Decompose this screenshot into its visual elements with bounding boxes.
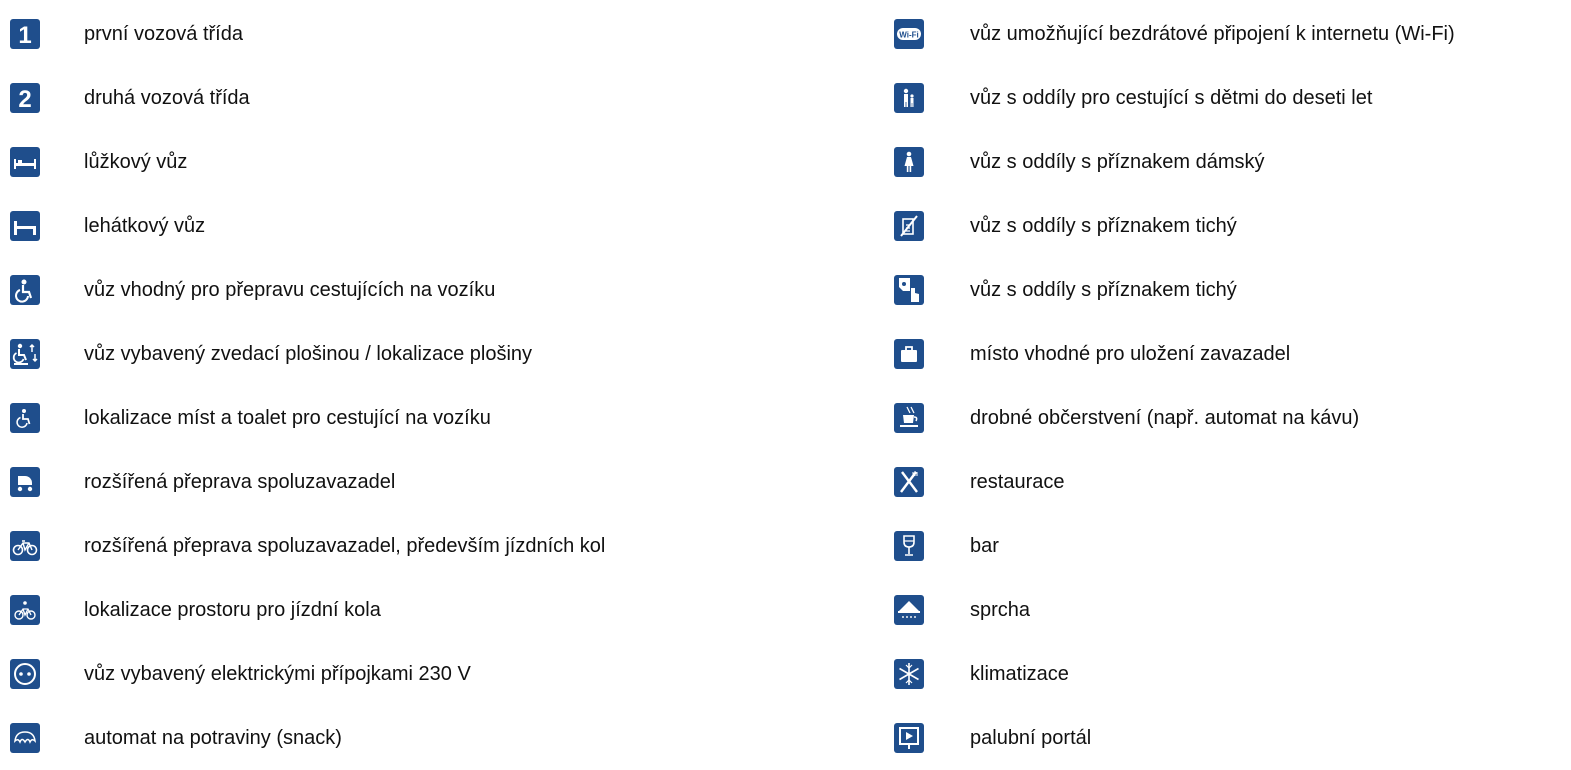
second-class-icon: 2 xyxy=(10,83,40,113)
pram-icon xyxy=(10,467,40,497)
svg-text:Wi-Fi: Wi-Fi xyxy=(899,31,918,40)
family-compartment-icon xyxy=(894,83,924,113)
legend-item: vůz vybavený zvedací plošinou / lokaliza… xyxy=(10,322,770,386)
legend-label: klimatizace xyxy=(970,663,1069,685)
legend-label: první vozová třída xyxy=(84,23,243,45)
bicycle-location-icon xyxy=(10,595,40,625)
first-class-icon: 1 xyxy=(10,19,40,49)
shower-icon xyxy=(894,595,924,625)
legend-label: palubní portál xyxy=(970,727,1092,749)
wifi-icon: Wi-Fi xyxy=(894,19,924,49)
restaurant-icon xyxy=(894,467,924,497)
svg-text:2: 2 xyxy=(18,86,31,113)
legend-item: vůz s oddíly s příznakem dámský xyxy=(894,130,1571,194)
sleeping-car-icon xyxy=(10,147,40,177)
legend-item: klimatizace xyxy=(894,642,1571,706)
legend-item: 2 druhá vozová třída xyxy=(10,66,770,130)
legend-item: lokalizace prostoru pro jízdní kola xyxy=(10,578,770,642)
wheelchair-lift-icon xyxy=(10,339,40,369)
legend-label: automat na potraviny (snack) xyxy=(84,727,342,749)
quiet-compartment-icon xyxy=(894,211,924,241)
couchette-car-icon xyxy=(10,211,40,241)
legend-item: vůz vybavený elektrickými přípojkami 230… xyxy=(10,642,770,706)
legend-label: vůz s oddíly s příznakem tichý xyxy=(970,279,1237,301)
legend-item: vůz vhodný pro přepravu cestujících na v… xyxy=(10,258,770,322)
legend-item: vůz s oddíly pro cestující s dětmi do de… xyxy=(894,66,1571,130)
power-socket-icon xyxy=(10,659,40,689)
legend-label: sprcha xyxy=(970,599,1031,621)
legend-label: lehátkový vůz xyxy=(84,215,206,237)
quiet-zone-icon xyxy=(894,275,924,305)
legend-item: vůz s oddíly s příznakem tichý xyxy=(894,194,1571,258)
legend-item: sprcha xyxy=(894,578,1571,642)
legend-label: vůz umožňující bezdrátové připojení k in… xyxy=(970,23,1455,45)
legend-label: lokalizace míst a toalet pro cestující n… xyxy=(84,407,491,429)
legend-label: vůz vybavený zvedací plošinou / lokaliza… xyxy=(84,343,533,365)
wheelchair-icon xyxy=(10,275,40,305)
legend-label: vůz s oddíly pro cestující s dětmi do de… xyxy=(970,87,1373,109)
legend-label: lokalizace prostoru pro jízdní kola xyxy=(84,599,381,621)
legend-item: automat na potraviny (snack) xyxy=(10,706,770,770)
legend-item: lokalizace míst a toalet pro cestující n… xyxy=(10,386,770,450)
legend-label: lůžkový vůz xyxy=(84,151,188,173)
legend-item: lehátkový vůz xyxy=(10,194,770,258)
ladies-compartment-icon xyxy=(894,147,924,177)
legend-item: drobné občerstvení (např. automat na káv… xyxy=(894,386,1571,450)
legend-label: druhá vozová třída xyxy=(84,87,250,109)
croissant-icon xyxy=(10,723,40,753)
legend-column-left: 1 první vozová třída 2 druhá vozová tříd… xyxy=(10,2,770,770)
legend-item: 1 první vozová třída xyxy=(10,2,770,66)
legend-label: restaurace xyxy=(970,471,1065,493)
air-conditioning-icon xyxy=(894,659,924,689)
bicycle-icon xyxy=(10,531,40,561)
onboard-portal-icon xyxy=(894,723,924,753)
legend-item: bar xyxy=(894,514,1571,578)
coffee-icon xyxy=(894,403,924,433)
wheelchair-location-icon xyxy=(10,403,40,433)
legend-item: rozšířená přeprava spoluzavazadel, přede… xyxy=(10,514,770,578)
bar-icon xyxy=(894,531,924,561)
legend-label: rozšířená přeprava spoluzavazadel xyxy=(84,471,396,493)
legend-label: vůz vhodný pro přepravu cestujících na v… xyxy=(84,279,496,301)
legend-item: Wi-Fi vůz umožňující bezdrátové připojen… xyxy=(894,2,1571,66)
legend-label: rozšířená přeprava spoluzavazadel, přede… xyxy=(84,535,606,557)
legend-label: drobné občerstvení (např. automat na káv… xyxy=(970,407,1360,429)
legend-item: rozšířená přeprava spoluzavazadel xyxy=(10,450,770,514)
legend-item: palubní portál xyxy=(894,706,1571,770)
legend-item: lůžkový vůz xyxy=(10,130,770,194)
legend-label: místo vhodné pro uložení zavazadel xyxy=(970,343,1291,365)
legend-label: vůz s oddíly s příznakem dámský xyxy=(970,151,1265,173)
legend-column-right: Wi-Fi vůz umožňující bezdrátové připojen… xyxy=(894,2,1571,770)
legend-label: vůz s oddíly s příznakem tichý xyxy=(970,215,1237,237)
legend-label: bar xyxy=(970,535,999,557)
svg-text:1: 1 xyxy=(18,22,31,49)
legend-item: místo vhodné pro uložení zavazadel xyxy=(894,322,1571,386)
luggage-icon xyxy=(894,339,924,369)
legend-label: vůz vybavený elektrickými přípojkami 230… xyxy=(84,663,471,685)
legend-item: restaurace xyxy=(894,450,1571,514)
pictogram-legend: 1 první vozová třída 2 druhá vozová tříd… xyxy=(0,0,1571,762)
legend-item: vůz s oddíly s příznakem tichý xyxy=(894,258,1571,322)
